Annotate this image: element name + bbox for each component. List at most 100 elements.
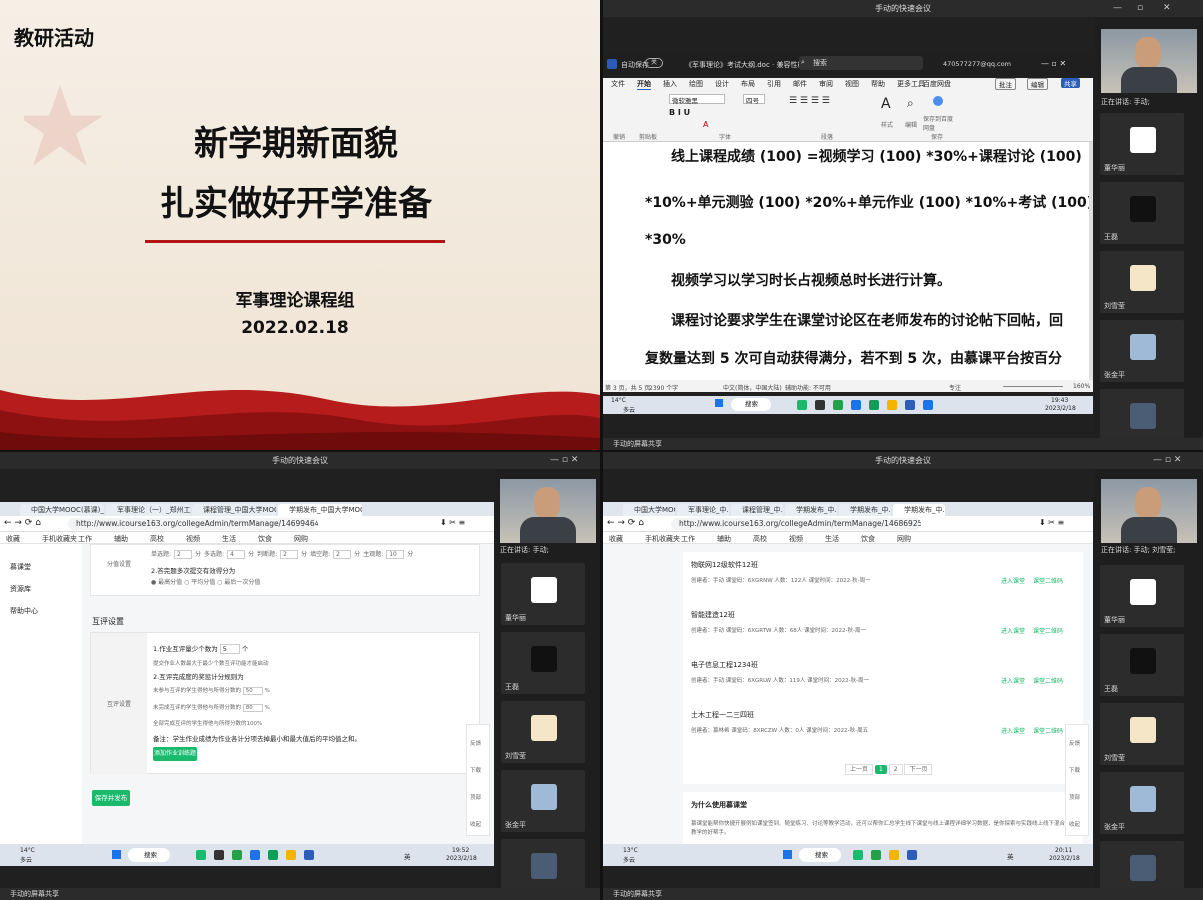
taskbar-search[interactable]: 搜索 — [128, 848, 170, 862]
window-controls[interactable]: — ▫ ✕ — [1041, 59, 1066, 68]
bookmark-item[interactable]: 生活 — [222, 534, 236, 544]
ribbon-tab-5[interactable]: 布局 — [741, 79, 755, 89]
taskbar-search[interactable]: 搜索 — [799, 848, 841, 862]
course-name[interactable]: 土木工程一二三四班 — [691, 710, 754, 720]
close-icon[interactable]: ✕ — [1163, 0, 1171, 17]
bookmark-item[interactable]: 工作 — [78, 534, 92, 544]
app-icon[interactable] — [923, 400, 933, 410]
bookmark-item[interactable]: 工作 — [681, 534, 695, 544]
ribbon-tab-12[interactable]: 百度网盘 — [923, 79, 951, 89]
participant-tile[interactable]: 董华丽 — [501, 563, 585, 625]
score-input[interactable]: 4 — [227, 550, 246, 559]
ribbon-tab-6[interactable]: 引用 — [767, 79, 781, 89]
enter-class-link[interactable]: 进入课堂 — [1001, 726, 1025, 735]
bookmark-item[interactable]: 饮食 — [258, 534, 272, 544]
baidu-netdisk-icon[interactable] — [933, 96, 943, 106]
side-tool-2[interactable]: 顶部 — [1069, 793, 1080, 801]
bookmark-item[interactable]: 手机收藏夹 — [42, 534, 77, 544]
browser-tab[interactable]: 中国大学MOOC(慕课)_国 — [20, 504, 104, 516]
class-qr-link[interactable]: 课堂二维码 — [1033, 576, 1063, 585]
class-qr-link[interactable]: 课堂二维码 — [1033, 726, 1063, 735]
page-2-button[interactable]: 2 — [888, 764, 903, 775]
score-input[interactable]: 2 — [174, 550, 193, 559]
enter-class-link[interactable]: 进入课堂 — [1001, 676, 1025, 685]
window-controls[interactable]: — ▫ ✕ — [550, 452, 578, 469]
class-qr-link[interactable]: 课堂二维码 — [1033, 676, 1063, 685]
side-tool-2[interactable]: 顶部 — [470, 793, 481, 801]
score-input[interactable]: 2 — [280, 550, 299, 559]
folder-icon[interactable] — [887, 400, 897, 410]
ribbon-tab-2[interactable]: 插入 — [663, 79, 677, 89]
restore-icon[interactable]: ▫ — [1137, 0, 1143, 17]
document-page[interactable]: 线上课程成绩 (100) =视频学习 (100) *30%+课程讨论 (100)… — [603, 142, 1093, 380]
enter-class-link[interactable]: 进入课堂 — [1001, 626, 1025, 635]
ribbon-tab-8[interactable]: 审阅 — [819, 79, 833, 89]
bookmark-item[interactable]: 手机收藏夹 — [645, 534, 680, 544]
bookmark-item[interactable]: 辅助 — [717, 534, 731, 544]
browser-tab[interactable]: 学期发布_中... — [785, 504, 837, 516]
participant-tile[interactable]: 王磊 — [1100, 634, 1184, 696]
ribbon-tab-11[interactable]: 更多工具 — [897, 79, 925, 89]
app-icon[interactable] — [869, 400, 879, 410]
participant-tile[interactable]: 张金平 — [1100, 320, 1184, 382]
prev-page-button[interactable]: 上一页 — [845, 764, 874, 775]
font-color-icon[interactable]: A — [703, 120, 708, 129]
add-exercise-button[interactable]: 添加作业训练题 — [153, 747, 197, 761]
word-taskbar-icon[interactable] — [907, 850, 917, 860]
nav-icons[interactable]: ← → ⟳ ⌂ — [4, 518, 41, 528]
font-size-select[interactable]: 四号 — [743, 94, 765, 105]
ribbon-tab-9[interactable]: 视图 — [845, 79, 859, 89]
participant-tile[interactable]: 刘雪莹 — [501, 701, 585, 763]
participant-tile[interactable]: 王磊 — [501, 632, 585, 694]
app-icon[interactable] — [232, 850, 242, 860]
windows-start-icon[interactable] — [783, 850, 792, 859]
bookmark-item[interactable]: 高校 — [150, 534, 164, 544]
opt-highest[interactable]: 最高分值 — [158, 579, 182, 586]
focus-button[interactable]: 专注 — [949, 383, 961, 392]
nav-icons[interactable]: ← → ⟳ ⌂ — [607, 518, 644, 528]
zoom-slider[interactable] — [1003, 386, 1063, 387]
browser-tab[interactable]: 学期发布_中... — [839, 504, 891, 516]
edit-mode-button[interactable]: 编辑 — [1027, 78, 1048, 90]
find-icon[interactable]: ⌕ — [907, 96, 914, 111]
styles-icon[interactable]: A — [881, 96, 891, 112]
input-language[interactable]: 英 — [1007, 851, 1014, 861]
app-icon[interactable] — [797, 400, 807, 410]
window-controls[interactable]: — ▫ ✕ — [1153, 452, 1181, 469]
ribbon-tab-7[interactable]: 邮件 — [793, 79, 807, 89]
folder-icon[interactable] — [286, 850, 296, 860]
bookmark-item[interactable]: 生活 — [825, 534, 839, 544]
bookmark-item[interactable]: 饮食 — [861, 534, 875, 544]
menu-help-center[interactable]: 帮助中心 — [10, 606, 38, 616]
participant-tile[interactable]: 张金平 — [1100, 772, 1184, 834]
participant-tile[interactable]: 张金平 — [501, 770, 585, 832]
windows-start-icon[interactable] — [112, 850, 121, 859]
url-field[interactable]: http://www.icourse163.org/collegeAdmin/t… — [68, 518, 318, 530]
side-tool-3[interactable]: 收起 — [1069, 820, 1080, 828]
course-name[interactable]: 物联网12级软件12班 — [691, 560, 758, 570]
app-icon[interactable] — [871, 850, 881, 860]
save-publish-button[interactable]: 保存并发布 — [92, 790, 130, 806]
url-field[interactable]: http://www.icourse163.org/collegeAdmin/t… — [671, 518, 921, 530]
paragraph-icons[interactable]: ☰ ☰ ☰ ☰ — [789, 96, 830, 106]
rule2-input[interactable]: 80 — [242, 704, 263, 712]
autosave-toggle[interactable]: 关 — [645, 58, 663, 68]
browser-tab[interactable]: 课程管理_中... — [731, 504, 783, 516]
browser-tab[interactable]: 军事理论（一）_郑州工... — [106, 504, 190, 516]
score-input[interactable]: 10 — [386, 550, 405, 559]
opt-average[interactable]: 平均分值 — [191, 579, 215, 586]
input-language[interactable]: 英 — [404, 851, 411, 861]
app-icon[interactable] — [815, 400, 825, 410]
app-icon[interactable] — [833, 400, 843, 410]
browser-tool-icons[interactable]: ⬇ ✂ ≡ — [1039, 518, 1064, 527]
browser-tab[interactable]: 学期发布_中国大学MOO... — [278, 504, 362, 516]
enter-class-link[interactable]: 进入课堂 — [1001, 576, 1025, 585]
course-name[interactable]: 电子信息工程1234班 — [691, 660, 758, 670]
page-1-button[interactable]: 1 — [874, 765, 887, 774]
bookmark-item[interactable]: 网购 — [897, 534, 911, 544]
menu-mooc-class[interactable]: 慕课堂 — [10, 562, 31, 572]
multi-submit-options[interactable]: ● 最高分值 ○ 平均分值 ○ 最后一次分值 — [151, 577, 260, 586]
taskbar-search[interactable]: 搜索 — [731, 398, 771, 411]
browser-tab[interactable]: 学期发布_中... — [893, 504, 945, 516]
app-icon[interactable] — [196, 850, 206, 860]
